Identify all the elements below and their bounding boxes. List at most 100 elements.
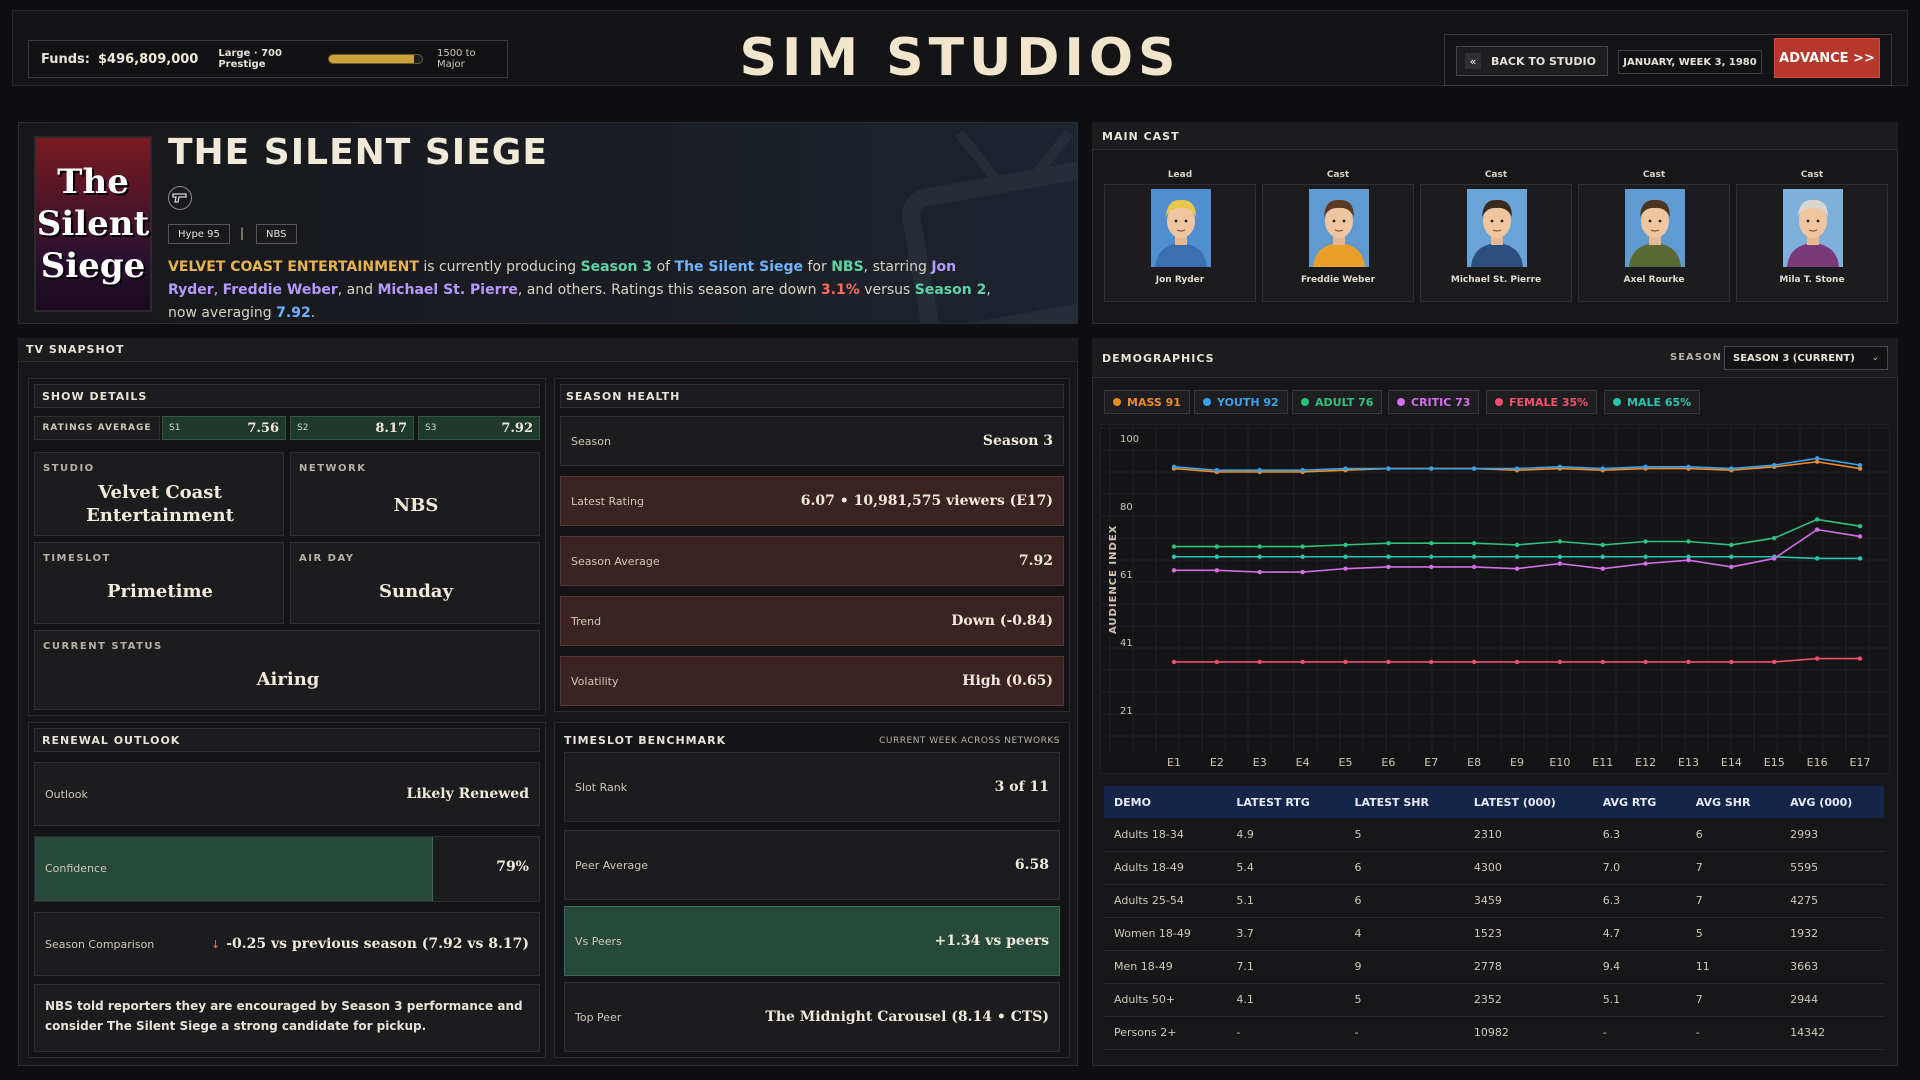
date-display: JANUARY, WEEK 3, 1980 xyxy=(1618,50,1762,74)
table-cell: 6.3 xyxy=(1592,818,1686,852)
x-tick-label: E8 xyxy=(1467,756,1481,769)
table-cell: 11 xyxy=(1685,950,1781,984)
series-point xyxy=(1557,464,1563,470)
series-point xyxy=(1514,554,1520,559)
table-header-cell[interactable]: AVG RTG xyxy=(1592,786,1686,818)
health-season-value: Season 3 xyxy=(982,433,1053,449)
series-point xyxy=(1257,468,1262,473)
chip-label: MALE 65% xyxy=(1627,395,1692,409)
series-point xyxy=(1214,659,1220,665)
x-tick-label: E17 xyxy=(1850,756,1871,769)
next-tier: 1500 to Major xyxy=(436,48,476,70)
actor-portrait xyxy=(1309,189,1369,267)
series-point xyxy=(1386,554,1391,559)
studio-cell: STUDIO Velvet Coast Entertainment xyxy=(34,452,284,536)
series-point xyxy=(1772,535,1777,541)
timeslot-cell: TIMESLOT Primetime xyxy=(34,542,284,624)
table-cell: Men 18-49 xyxy=(1104,950,1227,984)
table-header-cell[interactable]: AVG SHR xyxy=(1685,786,1781,818)
chip-dot-icon xyxy=(1301,398,1309,406)
series-point xyxy=(1171,568,1177,573)
table-row: Men 18-49 7.1 9 2778 9.4 11 3663 xyxy=(1104,950,1884,984)
cast-role: Cast xyxy=(1484,170,1508,180)
series-point xyxy=(1343,659,1348,665)
air-day-value: Sunday xyxy=(379,581,453,602)
table-cell: 1932 xyxy=(1780,917,1884,951)
demo-table-body: Adults 18-34 4.9 5 2310 6.3 6 2993 Adults 18-49… xyxy=(1104,818,1884,1050)
table-cell: 7.1 xyxy=(1226,950,1345,984)
table-header-cell[interactable]: AVG (000) xyxy=(1780,786,1884,818)
cast-name: Axel Rourke xyxy=(1623,275,1685,285)
demo-chip[interactable]: MALE 65% xyxy=(1604,390,1701,414)
series-point xyxy=(1300,569,1305,575)
table-cell: 4 xyxy=(1344,917,1464,951)
table-cell: Adults 25-54 xyxy=(1104,884,1227,918)
table-cell: 1523 xyxy=(1463,917,1593,951)
table-header-cell[interactable]: DEMO xyxy=(1104,786,1227,818)
series-point xyxy=(1814,456,1820,461)
table-cell: 9 xyxy=(1344,950,1464,984)
top-peer-value: The Midnight Carousel (8.14 • CTS) xyxy=(765,1009,1049,1025)
summary-text-5: , xyxy=(213,282,223,298)
vs-peers-value: +1.34 vs peers xyxy=(934,933,1049,949)
table-cell: 4.7 xyxy=(1592,917,1686,951)
season-2-value: 8.17 xyxy=(375,420,407,436)
demographics-title: DEMOGRAPHICS xyxy=(1102,352,1215,365)
cast-card[interactable]: Michael St. Pierre xyxy=(1420,184,1572,302)
demo-table-header: DEMO LATEST RTG LATEST SHR LATEST (000) AVG … xyxy=(1104,786,1884,818)
series-point xyxy=(1686,659,1691,665)
table-cell: - xyxy=(1344,1016,1464,1050)
series-point xyxy=(1300,544,1305,549)
summary-text-3: for xyxy=(803,259,832,275)
series-point xyxy=(1514,566,1520,571)
table-cell: 7 xyxy=(1685,983,1781,1017)
y-tick-label: 41 xyxy=(1120,638,1133,649)
tv-snapshot-title: TV SNAPSHOT xyxy=(26,343,125,356)
cast-card[interactable]: Jon Ryder xyxy=(1104,184,1256,302)
advance-button[interactable]: ADVANCE >> xyxy=(1774,38,1880,78)
series-point xyxy=(1857,556,1863,561)
cast-name: Jon Ryder xyxy=(1155,275,1205,285)
summary-avg: 7.92 xyxy=(276,305,311,321)
demo-chip[interactable]: FEMALE 35% xyxy=(1486,390,1598,414)
back-to-studio-button[interactable]: « BACK TO STUDIO xyxy=(1456,46,1608,76)
demo-chip[interactable]: CRITIC 73 xyxy=(1388,390,1480,414)
season-1-value: 7.56 xyxy=(247,420,279,436)
table-cell: Adults 50+ xyxy=(1104,983,1227,1017)
season-comparison-row: Season Comparison ↓ -0.25 vs previous sea… xyxy=(34,912,540,976)
table-cell: 5 xyxy=(1344,818,1464,852)
health-latest-value: 6.07 • 10,981,575 viewers (E17) xyxy=(800,493,1053,509)
cast-role: Cast xyxy=(1326,170,1350,180)
x-tick-label: E11 xyxy=(1592,756,1613,769)
audience-chart: 100 80 61 41 21 AUDIENCE INDEX E1 E2 E3 E4 E5 E6 E7 E… xyxy=(1099,423,1891,775)
network-tag: NBS xyxy=(256,224,297,244)
cast-name: Mila T. Stone xyxy=(1779,275,1845,285)
cast-card[interactable]: Axel Rourke xyxy=(1578,184,1730,302)
table-cell: Adults 18-34 xyxy=(1104,818,1227,852)
season-select[interactable]: SEASON 3 (CURRENT) ⌄ xyxy=(1724,346,1888,370)
ratings-average-label: RATINGS AVERAGE xyxy=(34,416,160,440)
demo-chip[interactable]: YOUTH 92 xyxy=(1194,390,1288,414)
demo-chip[interactable]: MASS 91 xyxy=(1104,390,1190,414)
series-point xyxy=(1214,554,1220,559)
summary-star-3: Michael St. Pierre xyxy=(377,282,518,298)
game-title: SIM STUDIOS xyxy=(739,28,1181,88)
cast-card[interactable]: Freddie Weber xyxy=(1262,184,1414,302)
table-header-cell[interactable]: LATEST (000) xyxy=(1463,786,1593,818)
series-point xyxy=(1171,554,1177,559)
table-header-cell[interactable]: LATEST RTG xyxy=(1226,786,1345,818)
demo-chip[interactable]: ADULT 76 xyxy=(1292,390,1383,414)
table-cell: 6 xyxy=(1685,818,1781,852)
series-point xyxy=(1257,659,1262,665)
series-point xyxy=(1729,659,1734,665)
x-tick-label: E15 xyxy=(1764,756,1785,769)
series-point xyxy=(1814,527,1820,532)
summary-season: Season 3 xyxy=(580,259,653,275)
table-header-cell[interactable]: LATEST SHR xyxy=(1344,786,1464,818)
confidence-label: Confidence xyxy=(45,862,107,875)
air-day-cell: AIR DAY Sunday xyxy=(290,542,540,624)
cast-card[interactable]: Mila T. Stone xyxy=(1736,184,1888,302)
slot-rank-value: 3 of 11 xyxy=(994,779,1049,795)
cast-name: Freddie Weber xyxy=(1300,275,1376,285)
renewal-outlook-row: Outlook Likely Renewed xyxy=(34,762,540,826)
